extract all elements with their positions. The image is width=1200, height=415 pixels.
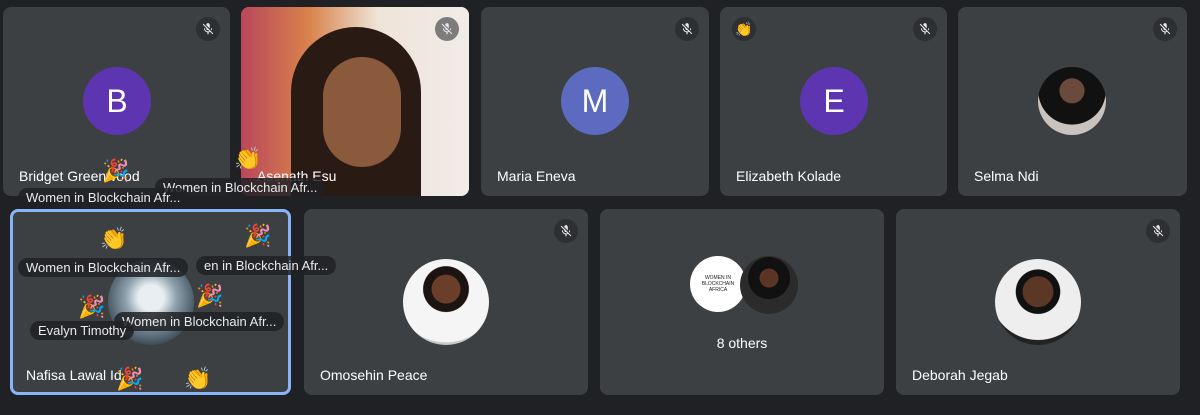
- others-count: 8 others: [716, 335, 768, 351]
- party-emoji: 🎉: [78, 294, 106, 319]
- reaction-label: Evalyn Timothy: [30, 321, 135, 340]
- participant-name: Maria Eneva: [497, 168, 576, 184]
- mic-off-icon: [913, 17, 937, 41]
- avatar-photo: [403, 259, 489, 345]
- party-emoji: 🎉: [196, 283, 224, 308]
- reaction-label: Women in Blockchain Afr...: [18, 188, 189, 207]
- logo-text: WOMEN IN BLOCKCHAIN AFRICA: [701, 275, 735, 293]
- participant-name: Selma Ndi: [974, 168, 1039, 184]
- participant-tile-asenath[interactable]: Asenath Esu: [241, 7, 469, 196]
- clap-emoji: 👏: [100, 226, 128, 251]
- reaction-label: en in Blockchain Afr...: [196, 256, 337, 275]
- avatar: M: [561, 67, 629, 135]
- party-emoji: 🎉: [116, 366, 144, 391]
- mic-off-icon: [554, 219, 578, 243]
- participant-tile-elizabeth[interactable]: 👏 E Elizabeth Kolade: [720, 7, 947, 196]
- participant-name: Omosehin Peace: [320, 367, 428, 383]
- mic-off-icon: [675, 17, 699, 41]
- avatar: B: [83, 67, 151, 135]
- mic-off-icon: [435, 17, 459, 41]
- participant-name: Elizabeth Kolade: [736, 168, 842, 184]
- party-emoji: 🎉: [102, 158, 130, 183]
- party-emoji: 🎉: [244, 223, 272, 248]
- clap-emoji: 👏: [234, 146, 262, 171]
- participant-tile-deborah[interactable]: Deborah Jegab: [896, 209, 1180, 395]
- clap-emoji: 👏: [184, 366, 212, 391]
- clap-reaction-icon: 👏: [732, 17, 756, 41]
- mic-off-icon: [1153, 17, 1177, 41]
- participant-tile-others[interactable]: WOMEN IN BLOCKCHAIN AFRICA 8 others: [600, 209, 884, 395]
- participant-tile-maria[interactable]: M Maria Eneva: [481, 7, 709, 196]
- reaction-label: Women in Blockchain Afr...: [114, 312, 285, 331]
- reaction-label: Women in Blockchain Afr...: [18, 258, 189, 277]
- mic-off-icon: [1146, 219, 1170, 243]
- avatar: E: [800, 67, 868, 135]
- avatar-photo: [995, 259, 1081, 345]
- mic-off-icon: [196, 17, 220, 41]
- participant-tile-selma[interactable]: Selma Ndi: [958, 7, 1187, 196]
- avatar-photo: [1038, 67, 1106, 135]
- avatar-photo: [740, 256, 798, 314]
- women-in-blockchain-logo: WOMEN IN BLOCKCHAIN AFRICA: [690, 256, 746, 312]
- participant-name: Nafisa Lawal Id: [26, 367, 122, 383]
- face: [323, 57, 401, 167]
- participant-tile-omosehin[interactable]: Omosehin Peace: [304, 209, 588, 395]
- participant-name: Deborah Jegab: [912, 367, 1008, 383]
